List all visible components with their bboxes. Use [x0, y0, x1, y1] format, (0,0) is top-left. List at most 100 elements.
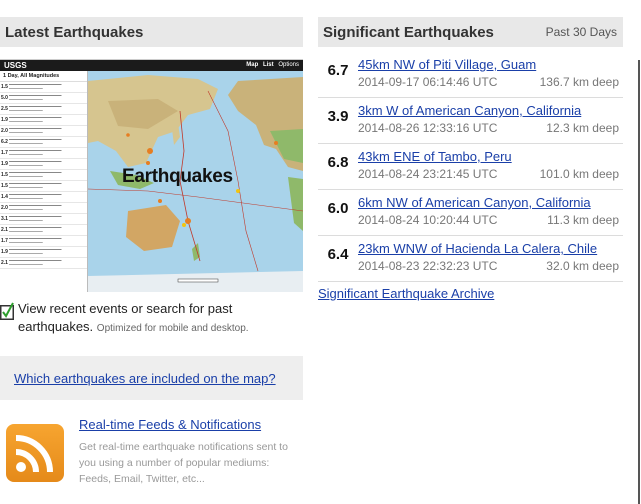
map-tab-options: Options: [278, 62, 299, 68]
latest-header: Latest Earthquakes: [0, 17, 303, 47]
map-list-text-placeholder: [9, 260, 84, 266]
list-item[interactable]: 6.4 23km WNW of Hacienda La Calera, Chil…: [318, 236, 623, 282]
magnitude: 6.0: [327, 200, 349, 217]
map-list-row: 1.7: [0, 236, 87, 247]
map-list-magnitude: 1.5: [1, 84, 8, 90]
map-list-magnitude: 2.0: [1, 128, 8, 134]
significant-title: Significant Earthquakes: [323, 23, 494, 41]
map-list-text-placeholder: [9, 117, 84, 123]
feeds-description: Get real-time earthquake notifications s…: [79, 441, 288, 485]
event-time: 2014-08-24 23:21:45 UTC: [358, 167, 498, 181]
map-list-magnitude: 2.1: [1, 227, 8, 233]
map-list-magnitude: 1.5: [1, 172, 8, 178]
list-item[interactable]: 6.8 43km ENE of Tambo, Peru 2014-08-24 2…: [318, 144, 623, 190]
event-time: 2014-08-23 22:32:23 UTC: [358, 259, 498, 273]
magnitude: 6.8: [327, 154, 349, 171]
map-list-row: 2.1: [0, 225, 87, 236]
rss-feed-icon[interactable]: [6, 424, 64, 482]
map-list-magnitude: 1.9: [1, 161, 8, 167]
map-list-text-placeholder: [9, 172, 84, 178]
map-tabs: Map List Options: [243, 60, 299, 71]
latest-earthquakes-panel: Latest Earthquakes USGS Map List Options…: [0, 17, 303, 487]
feeds-notifications-section: Real-time Feeds & Notifications Get real…: [0, 416, 303, 487]
map-list-magnitude: 1.4: [1, 194, 8, 200]
map-tab-list: List: [262, 62, 274, 68]
map-list-magnitude: 2.5: [1, 106, 8, 112]
event-depth: 11.3 km deep: [547, 213, 619, 227]
map-list-text-placeholder: [9, 194, 84, 200]
map-list-text-placeholder: [9, 128, 84, 134]
map-event-list: 1 Day, All Magnitudes 1.5 5.0 2.5 1.9 2.0 6.2…: [0, 71, 88, 292]
significant-period: Past 30 Days: [545, 25, 617, 39]
map-list-row: 1.5: [0, 181, 87, 192]
map-list-row: 1.5: [0, 170, 87, 181]
magnitude: 6.4: [327, 246, 349, 263]
map-list-header: 1 Day, All Magnitudes: [0, 71, 87, 82]
significant-header: Significant Earthquakes Past 30 Days: [318, 17, 623, 47]
map-list-row: 1.9: [0, 247, 87, 258]
map-list-magnitude: 2.1: [1, 260, 8, 266]
optimized-note: Optimized for mobile and desktop.: [96, 323, 249, 334]
map-list-row: 2.0: [0, 203, 87, 214]
map-list-row: 1.9: [0, 115, 87, 126]
event-place-link[interactable]: 6km NW of American Canyon, California: [358, 195, 591, 210]
scrollbar-edge[interactable]: [638, 60, 640, 504]
map-list-row: 2.1: [0, 258, 87, 269]
map-list-magnitude: 1.7: [1, 150, 8, 156]
event-depth: 32.0 km deep: [546, 259, 619, 273]
event-depth: 101.0 km deep: [539, 167, 619, 181]
event-depth: 136.7 km deep: [539, 75, 619, 89]
map-list-row: 1.9: [0, 159, 87, 170]
map-list-magnitude: 1.9: [1, 117, 8, 123]
event-place-link[interactable]: 45km NW of Piti Village, Guam: [358, 57, 536, 72]
map-list-text-placeholder: [9, 238, 84, 244]
map-list-row: 1.7: [0, 148, 87, 159]
event-time: 2014-09-17 06:14:46 UTC: [358, 75, 498, 89]
map-list-magnitude: 1.5: [1, 183, 8, 189]
list-item[interactable]: 6.0 6km NW of American Canyon, Californi…: [318, 190, 623, 236]
list-item[interactable]: 6.7 45km NW of Piti Village, Guam 2014-0…: [318, 52, 623, 98]
event-place-link[interactable]: 23km WNW of Hacienda La Calera, Chile: [358, 241, 597, 256]
map-list-text-placeholder: [9, 227, 84, 233]
map-list-text-placeholder: [9, 249, 84, 255]
significant-event-list: 6.7 45km NW of Piti Village, Guam 2014-0…: [318, 52, 623, 282]
map-overlay-label: Earthquakes: [122, 166, 233, 187]
map-list-text-placeholder: [9, 150, 84, 156]
feeds-notifications-link[interactable]: Real-time Feeds & Notifications: [79, 417, 261, 432]
map-list-magnitude: 3.1: [1, 216, 8, 222]
earthquake-map-thumbnail[interactable]: USGS Map List Options 1 Day, All Magnitu…: [0, 59, 303, 292]
map-list-magnitude: 1.7: [1, 238, 8, 244]
event-depth: 12.3 km deep: [546, 121, 619, 135]
map-tab-map: Map: [246, 62, 259, 68]
map-list-row: 6.2: [0, 137, 87, 148]
list-item[interactable]: 3.9 3km W of American Canyon, California…: [318, 98, 623, 144]
event-place-link[interactable]: 43km ENE of Tambo, Peru: [358, 149, 512, 164]
which-earthquakes-box: Which earthquakes are included on the ma…: [0, 356, 303, 400]
map-list-text-placeholder: [9, 84, 84, 90]
view-recent-row: View recent events or search for past ea…: [0, 300, 303, 338]
which-earthquakes-link[interactable]: Which earthquakes are included on the ma…: [14, 371, 276, 386]
map-list-text-placeholder: [9, 205, 84, 211]
map-list-row: 3.1: [0, 214, 87, 225]
event-time: 2014-08-24 10:20:44 UTC: [358, 213, 498, 227]
map-list-row: 2.5: [0, 104, 87, 115]
magnitude: 3.9: [327, 108, 349, 125]
map-list-row: 1.4: [0, 192, 87, 203]
map-list-magnitude: 5.0: [1, 95, 8, 101]
significant-archive-link[interactable]: Significant Earthquake Archive: [318, 286, 623, 301]
map-list-text-placeholder: [9, 95, 84, 101]
map-list-text-placeholder: [9, 139, 84, 145]
event-place-link[interactable]: 3km W of American Canyon, California: [358, 103, 581, 118]
event-time: 2014-08-26 12:33:16 UTC: [358, 121, 498, 135]
map-list-text-placeholder: [9, 183, 84, 189]
map-list-text-placeholder: [9, 161, 84, 167]
map-list-text-placeholder: [9, 106, 84, 112]
map-list-text-placeholder: [9, 216, 84, 222]
checkbox-checked-icon: [0, 302, 14, 320]
magnitude: 6.7: [327, 62, 349, 79]
map-list-magnitude: 1.9: [1, 249, 8, 255]
usgs-logo: USGS: [4, 61, 27, 70]
significant-earthquakes-panel: Significant Earthquakes Past 30 Days 6.7…: [318, 17, 623, 301]
map-list-magnitude: 6.2: [1, 139, 8, 145]
map-list-row: 5.0: [0, 93, 87, 104]
